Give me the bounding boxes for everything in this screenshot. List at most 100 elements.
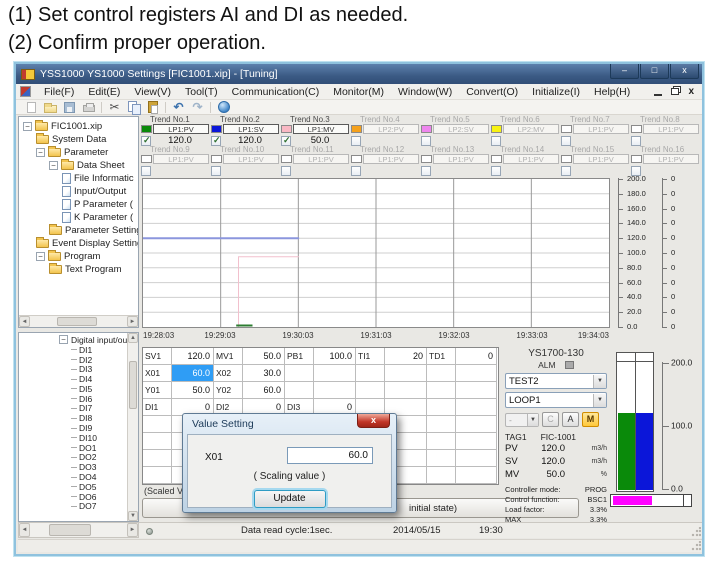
tree-item[interactable]: −Digital input/outpu — [19, 335, 138, 345]
manual-button[interactable]: M — [582, 412, 599, 427]
trend-checkbox[interactable] — [491, 136, 501, 146]
menu-item-10[interactable]: Help(H) — [587, 86, 637, 98]
table-cell-label[interactable] — [143, 467, 172, 484]
resize-grip-icon[interactable] — [691, 541, 701, 551]
update-button[interactable]: Update — [254, 490, 326, 508]
table-cell-label[interactable]: TD1 — [427, 348, 456, 365]
table-cell-label[interactable] — [143, 450, 172, 467]
trend-checkbox[interactable] — [351, 166, 361, 176]
trend-checkbox[interactable] — [561, 166, 571, 176]
tree-item[interactable]: DI4 — [19, 374, 138, 384]
table-cell-value[interactable]: 50.0 — [243, 348, 285, 365]
table-cell-label[interactable] — [285, 382, 314, 399]
trend-checkbox[interactable] — [421, 136, 431, 146]
chevron-down-icon[interactable]: ▼ — [527, 414, 538, 426]
tree-hscrollbar[interactable]: ◄► — [19, 315, 138, 327]
table-cell-value[interactable] — [456, 399, 497, 416]
new-button[interactable] — [23, 100, 40, 114]
menu-item-6[interactable]: Monitor(M) — [326, 86, 391, 98]
trend-checkbox[interactable] — [211, 136, 221, 146]
aux-select[interactable]: - ▼ — [505, 413, 539, 427]
table-cell-value[interactable] — [385, 382, 427, 399]
table-cell-value[interactable]: 30.0 — [243, 365, 285, 382]
trend-checkbox[interactable] — [351, 136, 361, 146]
table-cell-label[interactable] — [427, 467, 456, 484]
table-cell-label[interactable] — [356, 365, 385, 382]
tree-item[interactable]: DO4 — [19, 472, 138, 482]
tree-item[interactable]: Parameter Setting — [19, 224, 138, 237]
table-cell-label[interactable] — [427, 433, 456, 450]
table-cell-value[interactable] — [456, 416, 497, 433]
table-cell-value[interactable]: 20 — [385, 348, 427, 365]
menu-item-1[interactable]: File(F) — [37, 86, 81, 98]
tree-item[interactable]: System Data — [19, 133, 138, 146]
menu-item-4[interactable]: Tool(T) — [178, 86, 225, 98]
io-tree-hscrollbar[interactable]: ◄ ► — [18, 522, 139, 538]
table-cell-value[interactable]: 60.0 — [243, 382, 285, 399]
menu-item-3[interactable]: View(V) — [127, 86, 178, 98]
tree-item[interactable]: DO7 — [19, 502, 138, 512]
tree-item[interactable]: DI3 — [19, 364, 138, 374]
scroll-thumb[interactable] — [129, 361, 137, 409]
tree-item[interactable]: DI8 — [19, 413, 138, 423]
table-cell-value[interactable] — [456, 450, 497, 467]
table-cell-label[interactable] — [427, 365, 456, 382]
minimize-button[interactable]: – — [610, 64, 639, 79]
menu-item-2[interactable]: Edit(E) — [81, 86, 127, 98]
chevron-down-icon[interactable]: ▼ — [593, 375, 606, 388]
auto-button[interactable]: A — [562, 412, 579, 427]
dialog-close-button[interactable]: x — [357, 414, 390, 428]
table-cell-label[interactable] — [427, 450, 456, 467]
table-cell-label[interactable]: X01 — [143, 365, 172, 382]
table-cell-label[interactable] — [356, 382, 385, 399]
tree-item[interactable]: −Program — [19, 250, 138, 263]
tree-item[interactable]: Input/Output — [19, 185, 138, 198]
table-cell-value[interactable]: 120.0 — [172, 348, 214, 365]
table-cell-label[interactable]: Y02 — [214, 382, 243, 399]
tree-item[interactable]: DI9 — [19, 423, 138, 433]
trend-checkbox[interactable] — [281, 136, 291, 146]
cut-button[interactable] — [106, 100, 123, 114]
tree-item[interactable]: DI1 — [19, 345, 138, 355]
print-button[interactable] — [80, 100, 97, 114]
table-cell-value[interactable] — [456, 365, 497, 382]
table-cell-label[interactable] — [285, 365, 314, 382]
table-cell-value[interactable]: 0 — [456, 348, 497, 365]
menu-item-8[interactable]: Convert(O) — [459, 86, 525, 98]
collapse-icon[interactable]: − — [36, 148, 45, 157]
tree-item[interactable]: DI5 — [19, 384, 138, 394]
collapse-icon[interactable]: − — [59, 335, 68, 344]
scroll-left-icon[interactable]: ◄ — [19, 523, 30, 537]
table-cell-value[interactable] — [314, 365, 356, 382]
menu-item-5[interactable]: Communication(C) — [225, 86, 327, 98]
menu-item-7[interactable]: Window(W) — [391, 86, 459, 98]
maximize-button[interactable]: □ — [640, 64, 669, 79]
table-cell-label[interactable] — [427, 416, 456, 433]
menu-item-9[interactable]: Initialize(I) — [525, 86, 587, 98]
trend-checkbox[interactable] — [491, 166, 501, 176]
table-cell-value[interactable] — [314, 382, 356, 399]
online-button[interactable] — [215, 100, 232, 114]
mdi-minimize-icon[interactable] — [654, 94, 662, 96]
table-cell-label[interactable]: Y01 — [143, 382, 172, 399]
table-cell-label[interactable]: SV1 — [143, 348, 172, 365]
table-cell-value[interactable] — [456, 433, 497, 450]
collapse-icon[interactable]: − — [36, 252, 45, 261]
io-tree-vscrollbar[interactable]: ▲▼ — [127, 333, 138, 521]
tree-item[interactable]: DO5 — [19, 482, 138, 492]
copy-button[interactable] — [125, 100, 142, 114]
table-cell-label[interactable]: TI1 — [356, 348, 385, 365]
collapse-icon[interactable]: − — [23, 122, 32, 131]
table-cell-label[interactable]: DI1 — [143, 399, 172, 416]
scroll-right-icon[interactable]: ► — [127, 316, 138, 327]
tree-item[interactable]: DI7 — [19, 404, 138, 414]
undo-button[interactable] — [170, 100, 187, 114]
table-cell-value[interactable]: 60.0 — [172, 365, 214, 382]
table-cell-label[interactable] — [143, 433, 172, 450]
tree-item[interactable]: −FIC1001.xip — [19, 120, 138, 133]
mdi-close-icon[interactable]: x — [688, 87, 694, 97]
tree-item[interactable]: DO6 — [19, 492, 138, 502]
scroll-right-icon[interactable]: ► — [127, 523, 138, 537]
table-cell-value[interactable] — [456, 467, 497, 484]
scroll-down-icon[interactable]: ▼ — [128, 511, 138, 521]
